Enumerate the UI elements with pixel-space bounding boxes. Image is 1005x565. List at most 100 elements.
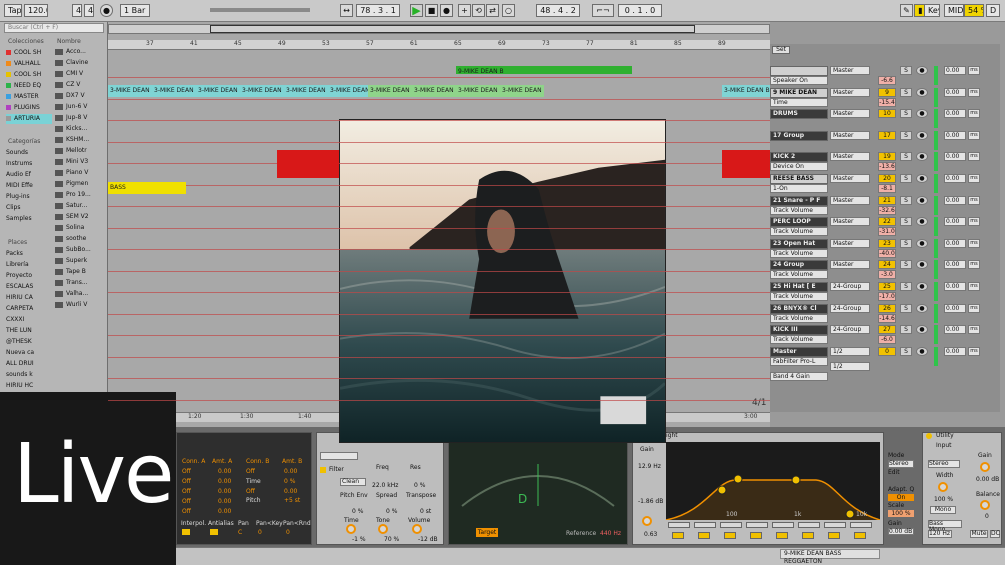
browser-item[interactable]: Piano V [55, 167, 103, 178]
eq-band-filter-type[interactable] [772, 522, 794, 528]
collection-item[interactable]: MASTER [6, 92, 52, 102]
browser-item[interactable]: soothe [55, 233, 103, 244]
track-volume[interactable]: -6.6 [878, 76, 896, 85]
eq-band-filter-type[interactable] [720, 522, 742, 528]
utility-mono-button[interactable]: Mono [930, 506, 956, 514]
loop-start-field[interactable]: 48 . 4 . 2 [536, 4, 580, 17]
automation-select[interactable]: Time [770, 97, 828, 107]
red-clip[interactable] [277, 150, 339, 178]
place-item[interactable]: Packs [6, 249, 52, 259]
freq-value[interactable]: 22.0 kHz [372, 482, 398, 489]
category-item[interactable]: Sounds [6, 148, 52, 158]
browser-item[interactable]: SubBo... [55, 244, 103, 255]
browser-item[interactable]: SEM V2 [55, 211, 103, 222]
output-routing-select[interactable]: Master [830, 109, 870, 119]
collection-item[interactable]: VALHALL [6, 59, 52, 69]
browser-item[interactable]: DX7 V [55, 90, 103, 101]
send-value[interactable]: 0.00 [944, 303, 966, 313]
browser-item[interactable]: KSHM... [55, 134, 103, 145]
time-sig-numerator[interactable]: 4 [72, 4, 82, 17]
place-item[interactable]: HIRIU CA [6, 293, 52, 303]
solo-button[interactable]: S [900, 152, 912, 162]
eq-freq-value[interactable]: 12.9 Hz [638, 463, 661, 470]
utility-dc-button[interactable]: DC [990, 530, 1000, 538]
eq-band-toggle[interactable] [828, 532, 840, 539]
track-volume[interactable]: -32.6 [878, 205, 896, 215]
bass-mono-button[interactable]: Bass Mono [928, 520, 962, 533]
arm-button[interactable]: ● [916, 174, 928, 183]
midi-map-button[interactable]: MIDI [944, 4, 964, 17]
solo-button[interactable]: S [900, 217, 912, 227]
track-activator[interactable]: 0 [878, 346, 896, 356]
output-routing-select[interactable]: Master [830, 260, 870, 270]
mixer-track-title[interactable]: 25 Hi Hat [ E [770, 282, 828, 292]
solo-button[interactable]: S [900, 282, 912, 291]
track-volume[interactable]: -14.6 [878, 313, 896, 323]
place-item[interactable]: ALL DRUI [6, 359, 52, 369]
midi-clip[interactable]: 3-MIKE DEAN B [152, 85, 196, 97]
track-activator[interactable]: 9 [878, 87, 896, 97]
mixer-track-title[interactable]: 23 Open Hat [770, 238, 828, 249]
mixer-track-title[interactable]: 21 Snare - P F [770, 195, 828, 206]
send-value[interactable]: 0.00 [944, 260, 966, 270]
browser-item[interactable]: Solina [55, 222, 103, 233]
tap-button[interactable]: Tap [4, 4, 22, 17]
arm-button[interactable]: ● [916, 346, 928, 356]
browser-item[interactable]: Acco... [55, 46, 103, 57]
track-activator[interactable]: 26 [878, 303, 896, 313]
eq-band-filter-type[interactable] [824, 522, 846, 528]
follow-icon[interactable]: ↔ [340, 4, 353, 17]
category-item[interactable]: Clips [6, 203, 52, 213]
solo-button[interactable]: S [900, 66, 912, 75]
pan-value[interactable]: C [238, 529, 242, 536]
eq-gain-value[interactable]: -1.86 dB [638, 498, 663, 505]
transpose-value[interactable]: 0 st [420, 508, 431, 515]
interpol-toggle[interactable] [182, 529, 190, 535]
metronome-icon[interactable]: ● [100, 4, 113, 17]
output-routing-select[interactable]: Master [830, 87, 870, 97]
midi-clip[interactable]: 3-MIKE DEAN B [240, 85, 284, 97]
output-routing-select[interactable]: Master [830, 66, 870, 75]
send-value[interactable]: 0.00 [944, 195, 966, 205]
output-routing-select[interactable]: Master [830, 174, 870, 183]
mixer-track-title[interactable]: 17 Group [770, 130, 828, 141]
place-item[interactable]: Nueva ca [6, 348, 52, 358]
eq-band-toggle[interactable] [750, 532, 762, 539]
master-band-gain[interactable]: Band 4 Gain [770, 372, 828, 381]
automation-select[interactable]: Track Volume [770, 270, 828, 280]
eq-band-filter-type[interactable] [746, 522, 768, 528]
overview-window[interactable] [210, 25, 695, 33]
midi-clip[interactable]: 3-MIKE DEAN B [196, 85, 240, 97]
utility-mute-button[interactable]: Mute [970, 530, 988, 538]
pan-key-value[interactable]: 0 [258, 529, 262, 536]
midi-clip[interactable]: 3-MIKE DEAN B [500, 85, 544, 97]
mixer-track-title[interactable]: 26 BNYX® Cl [770, 303, 828, 314]
midi-clip[interactable]: 3-MIKE DEAN B [284, 85, 328, 97]
track-volume[interactable]: -8.1 [878, 184, 896, 193]
utility-balance-knob[interactable] [980, 500, 990, 510]
place-item[interactable]: HIRIU HC [6, 381, 52, 391]
send-value[interactable]: 0.00 [944, 174, 966, 183]
track-volume[interactable]: -17.0 [878, 292, 896, 301]
track-activator[interactable]: 21 [878, 195, 896, 205]
midi-clip[interactable]: 3-MIKE DEAN B [412, 85, 456, 97]
browser-item[interactable]: Trans... [55, 277, 103, 288]
track-activator[interactable]: 22 [878, 217, 896, 227]
track-activator[interactable]: 27 [878, 325, 896, 335]
automation-select[interactable]: Track Volume [770, 205, 828, 215]
re-enable-automation-icon[interactable]: ⇄ [486, 4, 499, 17]
eq-band-filter-type[interactable] [798, 522, 820, 528]
amt-a-value[interactable]: 0.00 [218, 498, 231, 505]
tempo-field[interactable]: 120.00 [24, 4, 48, 17]
output-routing-select[interactable]: 24-Group [830, 282, 870, 291]
track-volume[interactable]: -40.0 [878, 248, 896, 258]
category-item[interactable]: Instrums [6, 159, 52, 169]
arm-button[interactable]: ● [916, 195, 928, 205]
conn-a-value[interactable]: Off [182, 478, 191, 485]
automation-select[interactable]: FabFilter Pro-L [770, 356, 828, 366]
amt-a-value[interactable]: 0.00 [218, 478, 231, 485]
track-activator[interactable]: 17 [878, 130, 896, 140]
midi-clip[interactable]: 3-MIKE DEAN B [456, 85, 500, 97]
draw-mode-icon[interactable]: ✎ [900, 4, 913, 17]
target-button[interactable]: Target [476, 528, 498, 537]
